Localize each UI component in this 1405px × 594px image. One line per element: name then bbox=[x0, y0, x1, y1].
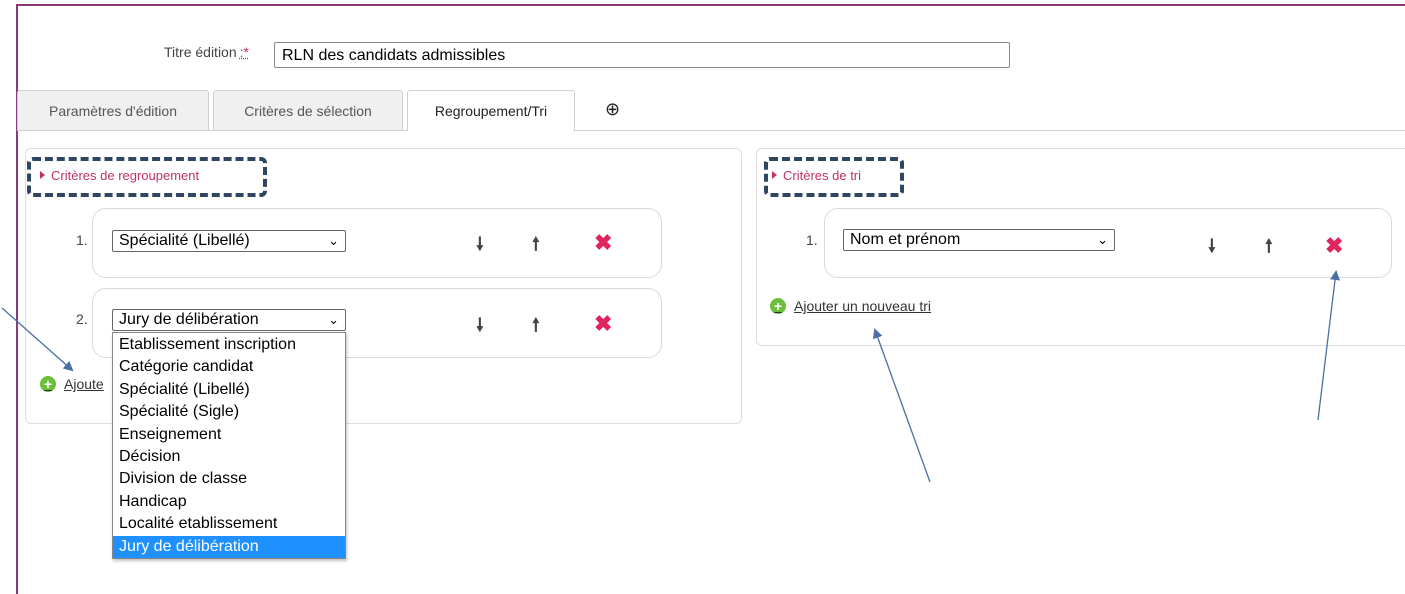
annotation-arrow bbox=[1317, 270, 1340, 421]
annotation-arrow bbox=[1, 307, 74, 372]
annotation-arrows bbox=[1, 270, 1340, 483]
annotation-arrow bbox=[873, 328, 931, 483]
